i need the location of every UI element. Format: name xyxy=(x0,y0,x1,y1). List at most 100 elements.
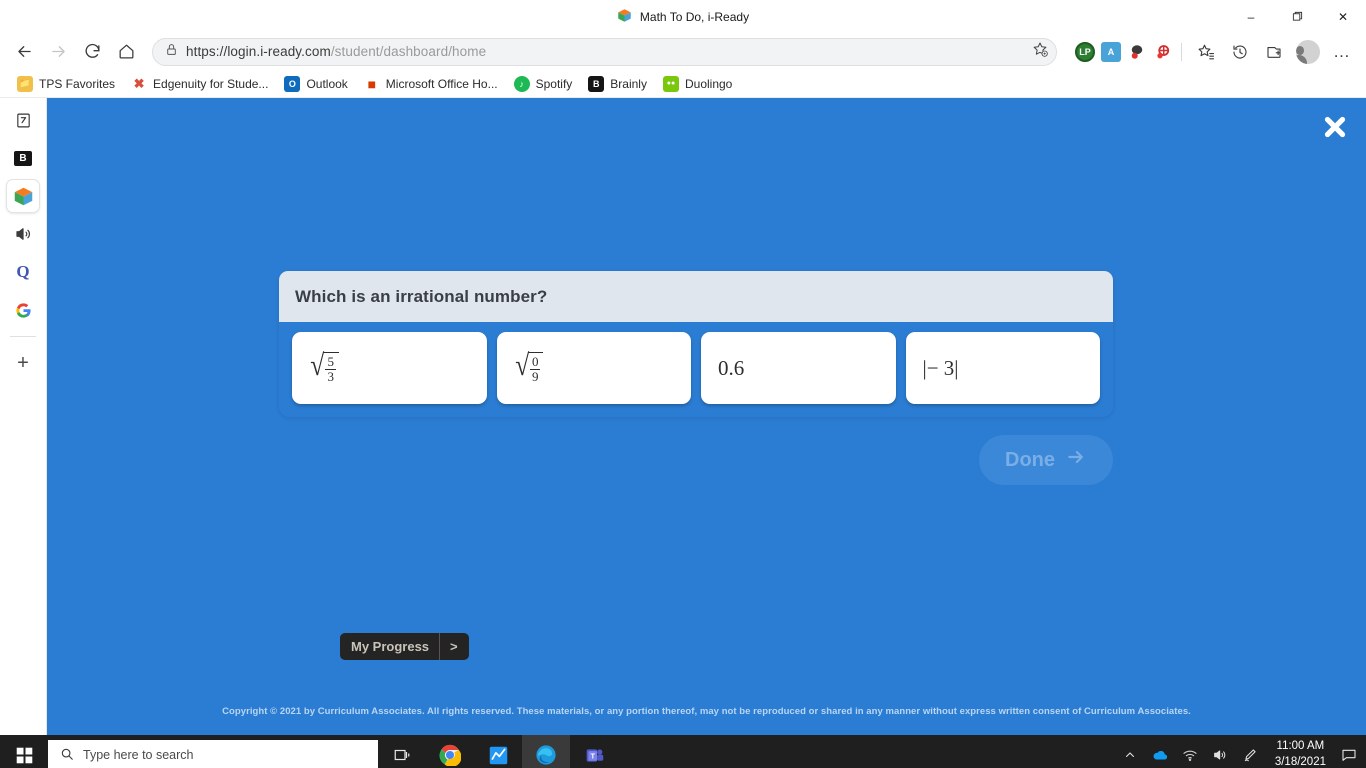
sidebar-tab-google[interactable] xyxy=(7,294,39,326)
bookmark-label: Duolingo xyxy=(684,76,733,91)
bookmark-spotify[interactable]: ♪ Spotify xyxy=(507,73,580,95)
sidebar-tab-brainly[interactable]: B xyxy=(7,142,39,174)
taskbar-search-box[interactable]: Type here to search xyxy=(48,740,378,768)
quizlet-q-icon: Q xyxy=(16,262,30,281)
notification-center-button[interactable] xyxy=(1336,735,1362,768)
close-icon[interactable] xyxy=(1318,110,1352,144)
folder-icon: 📁 xyxy=(17,75,33,92)
answer-choice-d[interactable]: |− 3| xyxy=(905,332,1100,404)
radicand: 5 3 xyxy=(323,352,339,384)
home-button[interactable] xyxy=(110,37,142,67)
lock-icon xyxy=(165,43,178,61)
duolingo-icon: ●● xyxy=(662,75,679,92)
iready-favicon xyxy=(617,8,632,26)
forward-button[interactable] xyxy=(42,37,74,67)
bookmark-outlook[interactable]: O Outlook xyxy=(277,73,354,95)
answer-choice-text: 0.6 xyxy=(718,355,745,380)
collections-button[interactable] xyxy=(1258,37,1290,67)
wifi-icon[interactable] xyxy=(1175,735,1205,768)
sidebar-tab-iready[interactable] xyxy=(7,180,39,212)
outlook-icon: O xyxy=(284,75,301,92)
system-tray: 11:00 AM 3/18/2021 xyxy=(1115,735,1366,768)
taskbar-search-placeholder: Type here to search xyxy=(83,748,194,762)
maximize-button[interactable] xyxy=(1274,0,1320,33)
sqrt-expression: √ 0 9 xyxy=(514,351,544,384)
numerator: 0 xyxy=(531,354,539,370)
answer-choice-c[interactable]: 0.6 xyxy=(701,332,896,404)
kami-extension-icon[interactable] xyxy=(1127,42,1147,62)
brainly-icon: B xyxy=(588,75,605,92)
bookmark-edgenuity[interactable]: ✖ Edgenuity for Stude... xyxy=(124,73,275,95)
start-button[interactable] xyxy=(0,735,48,768)
sqrt-expression: √ 5 3 xyxy=(309,349,339,384)
answer-choices: √ 5 3 √ 0 9 0.6 |− 3| xyxy=(279,322,1113,417)
toolbar-divider xyxy=(1181,42,1182,61)
vertical-tab-strip: B Q + xyxy=(0,98,47,735)
brainly-tab-icon: B xyxy=(14,150,32,166)
my-progress-button[interactable]: My Progress > xyxy=(340,633,469,660)
sidebar-add-tab-button[interactable]: + xyxy=(7,347,39,379)
bookmark-brainly[interactable]: B Brainly xyxy=(581,73,654,95)
onedrive-icon[interactable] xyxy=(1145,735,1175,768)
adblock-extension-icon[interactable] xyxy=(1153,42,1173,62)
blue-app-taskbar-icon[interactable] xyxy=(474,735,522,768)
window-titlebar: Math To Do, i-Ready – ✕ xyxy=(0,0,1366,33)
answer-choice-b[interactable]: √ 0 9 xyxy=(496,332,691,404)
denominator: 9 xyxy=(529,369,541,384)
answer-choice-text: |− 3| xyxy=(922,355,959,380)
question-text: Which is an irrational number? xyxy=(279,271,1113,322)
add-favorite-icon[interactable] xyxy=(1032,41,1048,62)
profile-avatar[interactable] xyxy=(1296,39,1320,64)
browser-body: B Q + Which is an irrational number? √ 5… xyxy=(0,98,1366,735)
denominator: 3 xyxy=(325,369,336,384)
edge-taskbar-icon[interactable] xyxy=(522,735,570,768)
window-title-area: Math To Do, i-Ready xyxy=(0,8,1366,26)
radicand: 0 9 xyxy=(527,352,544,384)
pen-icon[interactable] xyxy=(1235,735,1265,768)
sidebar-tab-speaker[interactable] xyxy=(7,218,39,250)
history-button[interactable] xyxy=(1224,37,1256,67)
lastpass-extension-icon[interactable]: LP xyxy=(1075,41,1095,62)
volume-icon[interactable] xyxy=(1205,735,1235,768)
svg-text:T: T xyxy=(590,753,595,760)
url-path: /student/dashboard/home xyxy=(330,44,487,59)
bookmark-label: Microsoft Office Ho... xyxy=(385,76,498,91)
bookmark-label: Edgenuity for Stude... xyxy=(153,76,269,91)
clock-date: 3/18/2021 xyxy=(1274,756,1326,768)
spotify-icon: ♪ xyxy=(513,75,530,92)
done-button[interactable]: Done xyxy=(979,435,1113,485)
reload-button[interactable] xyxy=(76,37,108,67)
address-bar[interactable]: https://login.i-ready.com/student/dashbo… xyxy=(152,37,1057,66)
google-g-icon xyxy=(15,302,31,318)
minimize-button[interactable]: – xyxy=(1228,0,1274,33)
bookmark-duolingo[interactable]: ●● Duolingo xyxy=(656,73,739,95)
window-controls: – ✕ xyxy=(1228,0,1366,33)
bookmark-tps-favorites[interactable]: 📁 TPS Favorites xyxy=(10,73,122,95)
teams-taskbar-icon[interactable]: T xyxy=(570,735,618,768)
bookmark-microsoft-office[interactable]: ■ Microsoft Office Ho... xyxy=(357,73,505,95)
chevron-right-icon: > xyxy=(450,639,458,654)
my-progress-label: My Progress xyxy=(351,639,430,654)
question-card: Which is an irrational number? √ 5 3 √ 0… xyxy=(279,271,1113,417)
bookmark-label: Brainly xyxy=(610,76,647,91)
grammarly-extension-icon[interactable]: A xyxy=(1101,41,1121,62)
favorites-button[interactable] xyxy=(1190,37,1222,67)
back-button[interactable] xyxy=(8,37,40,67)
done-button-label: Done xyxy=(1005,448,1055,471)
taskbar-clock[interactable]: 11:00 AM 3/18/2021 xyxy=(1265,739,1336,768)
edgenuity-icon: ✖ xyxy=(131,75,148,92)
copyright-text: Copyright © 2021 by Curriculum Associate… xyxy=(222,706,1191,717)
chrome-taskbar-icon[interactable] xyxy=(426,735,474,768)
sidebar-tab-quizlet[interactable]: Q xyxy=(7,256,39,288)
done-row: Done xyxy=(279,417,1113,485)
settings-more-button[interactable]: … xyxy=(1326,37,1358,67)
sidebar-divider xyxy=(10,336,36,337)
fraction: 5 3 xyxy=(325,355,336,384)
task-view-button[interactable] xyxy=(378,735,426,768)
sidebar-tab-document[interactable] xyxy=(7,104,39,136)
show-hidden-icons-button[interactable] xyxy=(1115,735,1145,768)
answer-choice-a[interactable]: √ 5 3 xyxy=(292,332,487,404)
close-window-button[interactable]: ✕ xyxy=(1320,0,1366,33)
radical-sign: √ xyxy=(310,349,325,383)
plus-icon: + xyxy=(17,352,29,374)
